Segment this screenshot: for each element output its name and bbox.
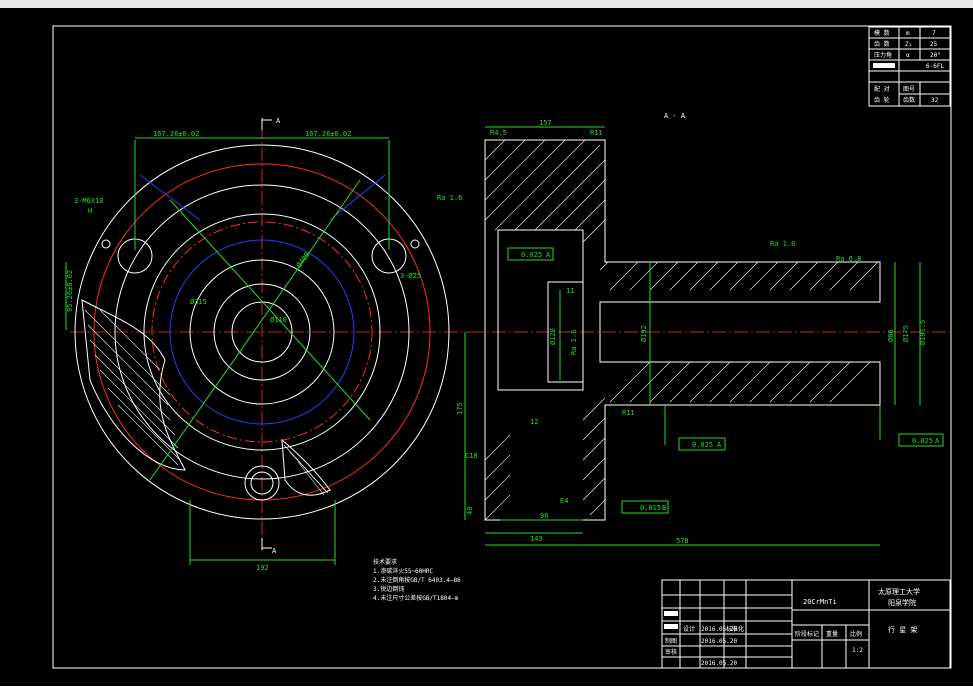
dim-r-top-left: R4.5 [490, 129, 507, 137]
title-stage-label: 阶段标记 [795, 630, 819, 638]
param-row-6-b: 图号 [903, 86, 915, 93]
dim-578: 578 [676, 537, 689, 545]
title-part-name: 行 星 架 [888, 625, 917, 634]
title-weight-label: 重量 [826, 630, 838, 638]
dim-dia-small: Ø110 [270, 316, 287, 324]
cut-mark-top: A [276, 117, 281, 125]
dim-143: 143 [530, 535, 543, 543]
param-row-2-b: Z₂ [905, 41, 912, 48]
ra-1: Ra 1.6 [770, 240, 795, 248]
dim-e4: E4 [560, 497, 568, 505]
ra-small: Ra 1.6 [570, 330, 578, 355]
title-reviewer-label: 审核 [665, 648, 677, 656]
dim-dia-mid: Ø315 [190, 298, 207, 306]
ra-2: Ra 6.8 [836, 255, 861, 263]
dim-vert-left: 95.26±0.02 [66, 270, 74, 312]
dim-d-left: 167.26±0.02 [153, 130, 199, 138]
notes-line-4: 4.未注尺寸公差按GB/T1804—m [373, 594, 459, 602]
dim-dia-191: Ø191.5 [919, 320, 927, 345]
dim-hole-left: 3-M6X18 [74, 197, 104, 205]
dim-bottom-width: 192 [256, 564, 269, 572]
param-row-3-b: α [906, 52, 910, 59]
tol-4: 0.015 [640, 504, 661, 512]
front-view [65, 118, 470, 565]
dim-96: 96 [540, 512, 548, 520]
param-row-2-c: 25 [930, 41, 938, 48]
param-row-1-b: m [906, 30, 910, 37]
title-school-2: 阳泉学院 [888, 598, 916, 607]
dim-40: 40 [466, 507, 474, 515]
title-date-1: 2016.05.20 [701, 626, 738, 633]
param-row-3-c: 20° [930, 52, 941, 59]
tol-1: 0.025 [521, 251, 542, 259]
cad-canvas[interactable]: A A 167.26±0.02 167.26±0.02 3-M6X18 H 3-… [0, 8, 973, 686]
dim-r-top-right: R11 [590, 129, 603, 137]
param-row-4-c: 6-6FL [926, 63, 944, 70]
title-designer-label: 设计 [683, 625, 695, 633]
param-row-7-b: 齿数 [903, 96, 915, 104]
tol-4-ref: B [662, 504, 666, 512]
dim-dia-192: Ø192 [640, 325, 648, 342]
title-drafter-label: 制图 [665, 637, 677, 645]
param-row-1-a: 模 数 [874, 29, 890, 37]
param-row-1-c: 7 [932, 30, 936, 37]
dim-dia-86: Ø86 [887, 329, 895, 342]
notes-title: 技术要求 [373, 558, 397, 566]
tol-3: 0.025 [912, 437, 933, 445]
dim-dia-120: Ø120 [549, 328, 557, 345]
dim-r-bottom: R11 [622, 409, 635, 417]
section-view [464, 126, 950, 546]
param-row-7-c: 32 [931, 97, 939, 104]
notes-line-1: 1.渗碳淬火55~60HRC [373, 567, 434, 575]
cut-mark-bottom: A [272, 547, 277, 555]
param-row-2-a: 齿 数 [874, 40, 890, 48]
title-date-3: 2016.05.20 [701, 660, 738, 667]
section-label: A - A [664, 112, 686, 120]
drawing-border [52, 25, 952, 669]
tol-2-ref: A [717, 441, 722, 449]
notes-line-2: 2.未注倒角按GB/T 6403.4—86 [373, 576, 461, 584]
title-date-2: 2016.05.20 [701, 638, 738, 645]
param-row-7-a: 齿 轮 [874, 96, 890, 104]
dim-175: 175 [456, 402, 464, 415]
dim-d-right: 167.26±0.02 [305, 130, 351, 138]
dim-c18: C18 [465, 452, 478, 460]
title-material: 20CrMnTi [803, 598, 837, 606]
param-row-3-a: 压力角 [874, 51, 892, 59]
param-row-6-a: 配 对 [874, 85, 890, 93]
tol-2: 0.025 [692, 441, 713, 449]
dim-dia-175: Ø175 [902, 325, 910, 342]
dim-hole-right: 3-Ø25 [400, 272, 421, 280]
dim-hole-left-2: H [88, 207, 92, 215]
tol-3-ref: A [935, 437, 940, 445]
dim-11: 11 [566, 287, 574, 295]
title-scale-label: 比例 [850, 630, 862, 638]
cad-drawing: A A 167.26±0.02 167.26±0.02 3-M6X18 H 3-… [52, 25, 952, 669]
title-school-1: 太原理工大学 [878, 587, 920, 596]
dim-12: 12 [530, 418, 538, 426]
title-scale-value: 1:2 [852, 647, 863, 654]
ra-top: Ra 1.6 [437, 194, 462, 202]
dim-top-width: 157 [539, 119, 552, 127]
notes-line-3: 3.锐边倒钝 [373, 585, 404, 593]
tol-1-ref: A [546, 251, 551, 259]
